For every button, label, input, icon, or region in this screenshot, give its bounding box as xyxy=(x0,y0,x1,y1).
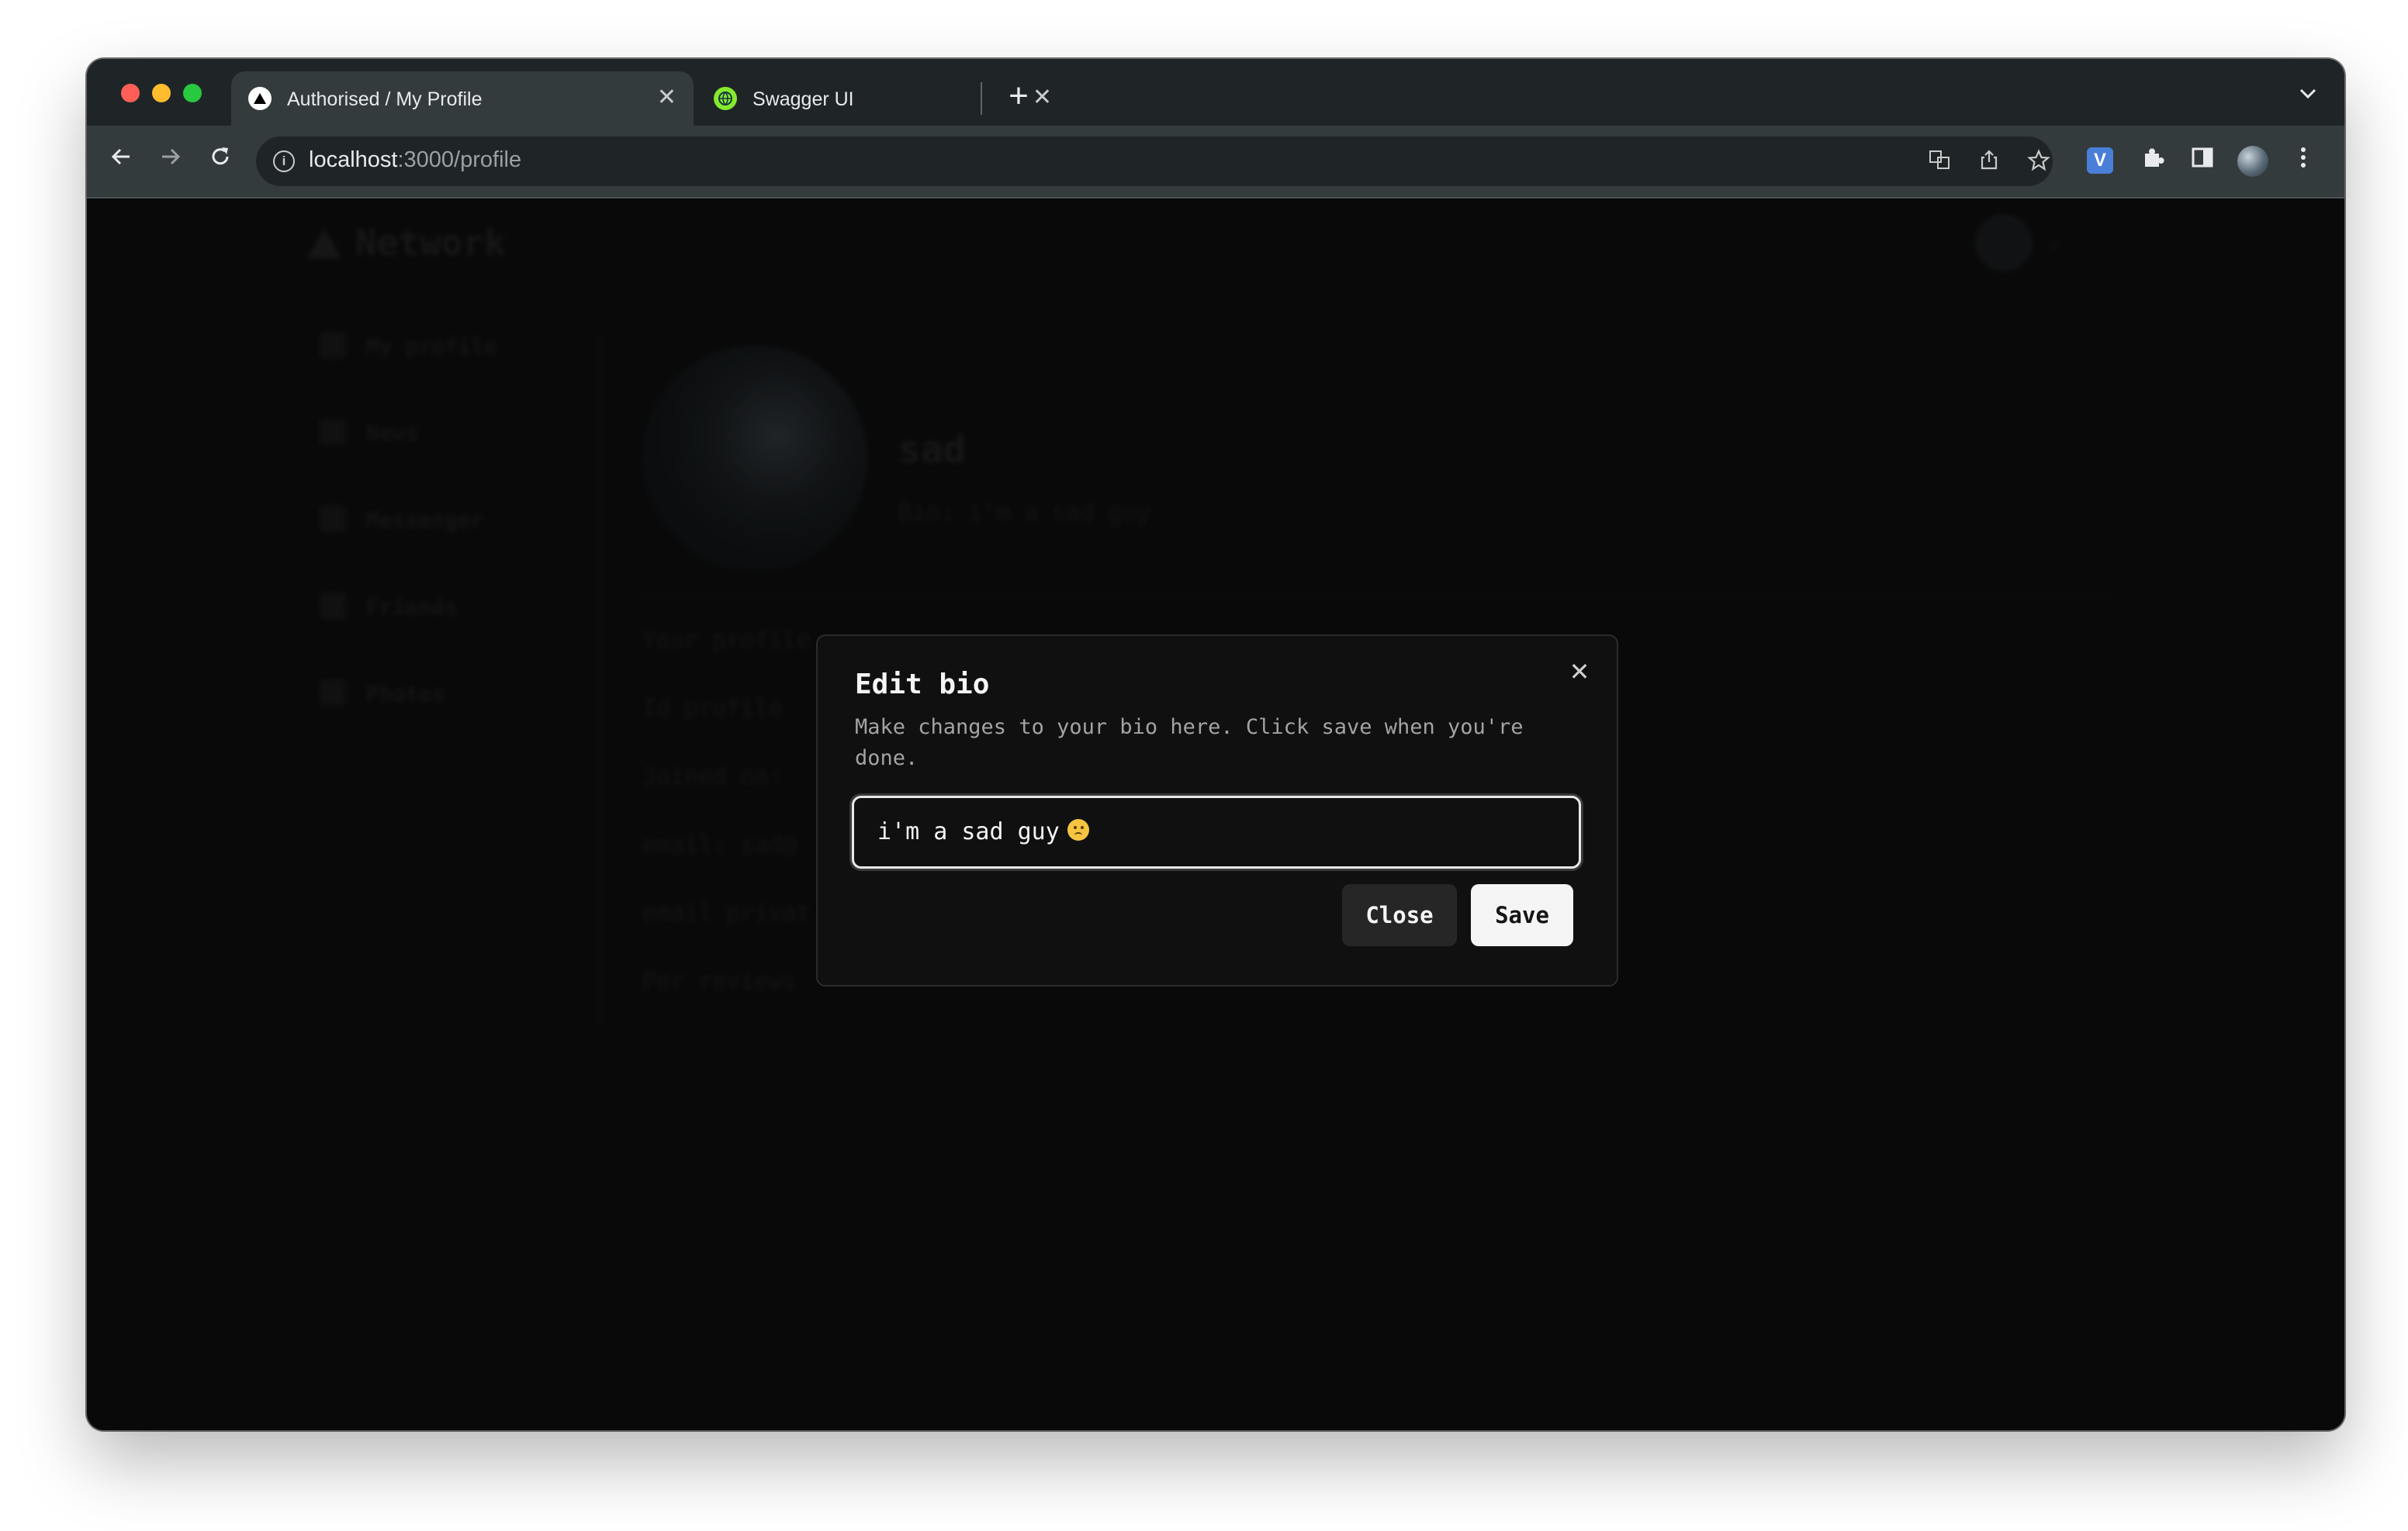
tab-search-chevron-icon[interactable] xyxy=(2299,81,2316,105)
dialog-title: Edit bio xyxy=(855,669,990,700)
tab-separator xyxy=(981,82,982,115)
side-panel-icon[interactable] xyxy=(2185,143,2220,178)
window-close-button[interactable] xyxy=(121,84,140,102)
browser-window: Authorised / My Profile ✕ Swagger UI ✕ +… xyxy=(87,59,2344,1430)
triangle-logo-icon xyxy=(248,87,272,110)
swagger-globe-icon xyxy=(714,87,737,110)
extension-v-icon[interactable]: V xyxy=(2087,147,2113,174)
window-minimize-button[interactable] xyxy=(152,84,171,102)
dialog-description: Make changes to your bio here. Click sav… xyxy=(855,715,1524,770)
tab-my-profile[interactable]: Authorised / My Profile ✕ xyxy=(231,71,694,126)
address-bar[interactable]: i localhost:3000/profile xyxy=(256,137,2053,186)
reload-icon[interactable] xyxy=(203,143,237,177)
sad-face-emoji-icon xyxy=(1067,819,1089,841)
bio-input[interactable]: i'm a sad guy xyxy=(852,796,1581,869)
profile-avatar-icon[interactable] xyxy=(2237,146,2268,177)
back-arrow-icon[interactable] xyxy=(104,143,138,177)
close-button[interactable]: Close xyxy=(1342,884,1457,946)
tab-close-icon[interactable]: ✕ xyxy=(657,84,676,112)
close-icon[interactable]: ✕ xyxy=(1566,658,1593,686)
tab-strip: Authorised / My Profile ✕ Swagger UI ✕ + xyxy=(87,59,2344,126)
translate-icon[interactable] xyxy=(1927,149,1952,174)
tab-title: Authorised / My Profile xyxy=(287,88,483,110)
extensions-puzzle-icon[interactable] xyxy=(2135,143,2171,178)
tab-title: Swagger UI xyxy=(752,88,854,110)
new-tab-button[interactable]: + xyxy=(1001,79,1036,115)
share-icon[interactable] xyxy=(1977,149,2001,174)
edit-bio-dialog: ✕ Edit bio Make changes to your bio here… xyxy=(816,634,1618,987)
browser-toolbar: i localhost:3000/profile V xyxy=(87,126,2344,199)
url-text[interactable]: localhost:3000/profile xyxy=(309,147,521,173)
bookmark-star-icon[interactable] xyxy=(2026,149,2051,174)
page-content: Network ⌄ My profile News Messenger Frie… xyxy=(87,199,2344,1430)
forward-arrow-icon[interactable] xyxy=(154,143,188,177)
more-menu-icon[interactable] xyxy=(2285,143,2321,178)
bio-input-value: i'm a sad guy xyxy=(877,818,1089,845)
site-info-icon[interactable]: i xyxy=(273,150,295,172)
save-button[interactable]: Save xyxy=(1471,884,1573,946)
window-zoom-button[interactable] xyxy=(183,84,202,102)
